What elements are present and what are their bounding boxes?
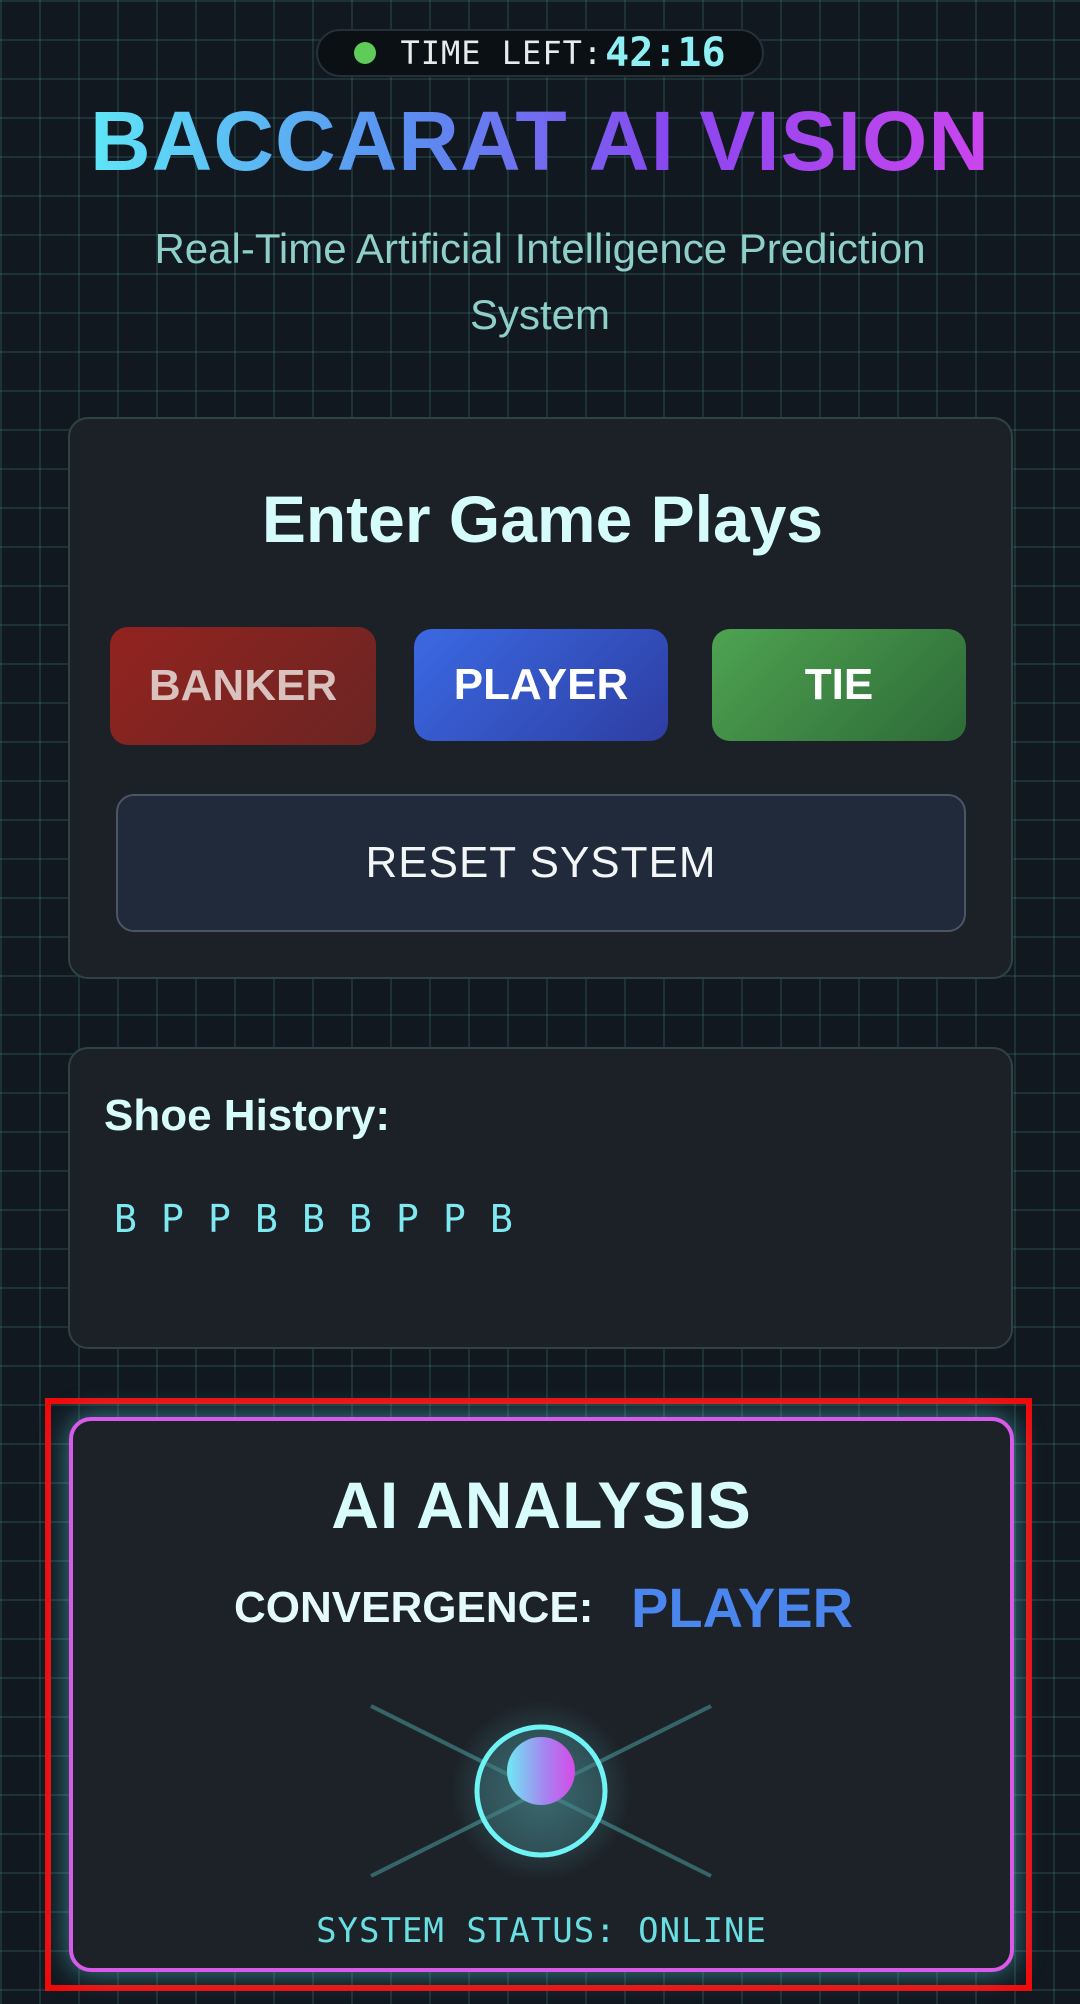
game-entry-panel: Enter Game Plays BANKER PLAYER TIE RESET… bbox=[68, 417, 1013, 979]
timer-label: TIME LEFT: bbox=[400, 34, 604, 72]
system-status: SYSTEM STATUS: ONLINE bbox=[316, 1911, 767, 1951]
entry-heading: Enter Game Plays bbox=[261, 482, 824, 556]
history-item: P bbox=[208, 1197, 231, 1241]
history-item: B bbox=[302, 1197, 325, 1241]
page-subtitle: Real-Time Artificial Intelligence Predic… bbox=[154, 225, 926, 338]
timer-pill: TIME LEFT: 42:16 bbox=[316, 29, 764, 77]
history-item: B bbox=[490, 1197, 513, 1241]
history-item: B bbox=[114, 1197, 137, 1241]
convergence-value: PLAYER bbox=[631, 1576, 854, 1639]
reset-system-button[interactable]: RESET SYSTEM bbox=[116, 794, 966, 932]
history-list: BPPBBBPPB bbox=[114, 1189, 537, 1249]
history-item: P bbox=[161, 1197, 184, 1241]
status-dot-icon bbox=[354, 42, 377, 64]
shoe-history-panel: Shoe History: BPPBBBPPB bbox=[68, 1047, 1013, 1349]
history-item: P bbox=[443, 1197, 466, 1241]
orb-core bbox=[507, 1737, 575, 1805]
ai-analysis-panel: AI ANALYSIS CONVERGENCE: PLAYER SYSTEM S… bbox=[69, 1417, 1014, 1972]
analysis-heading: AI ANALYSIS bbox=[331, 1468, 752, 1542]
history-item: B bbox=[255, 1197, 278, 1241]
history-item: B bbox=[349, 1197, 372, 1241]
player-button[interactable]: PLAYER bbox=[414, 629, 668, 741]
banker-button[interactable]: BANKER bbox=[110, 627, 376, 745]
page-title: BACCARAT AI VISION bbox=[0, 86, 1080, 196]
history-item: P bbox=[396, 1197, 419, 1241]
convergence-label: CONVERGENCE: bbox=[234, 1583, 594, 1632]
timer-value: 42:16 bbox=[605, 30, 726, 76]
history-heading: Shoe History: bbox=[104, 1091, 391, 1140]
page-title-text: BACCARAT AI VISION bbox=[90, 94, 990, 188]
ai-orb-icon bbox=[370, 1701, 712, 1881]
tie-button[interactable]: TIE bbox=[712, 629, 966, 741]
